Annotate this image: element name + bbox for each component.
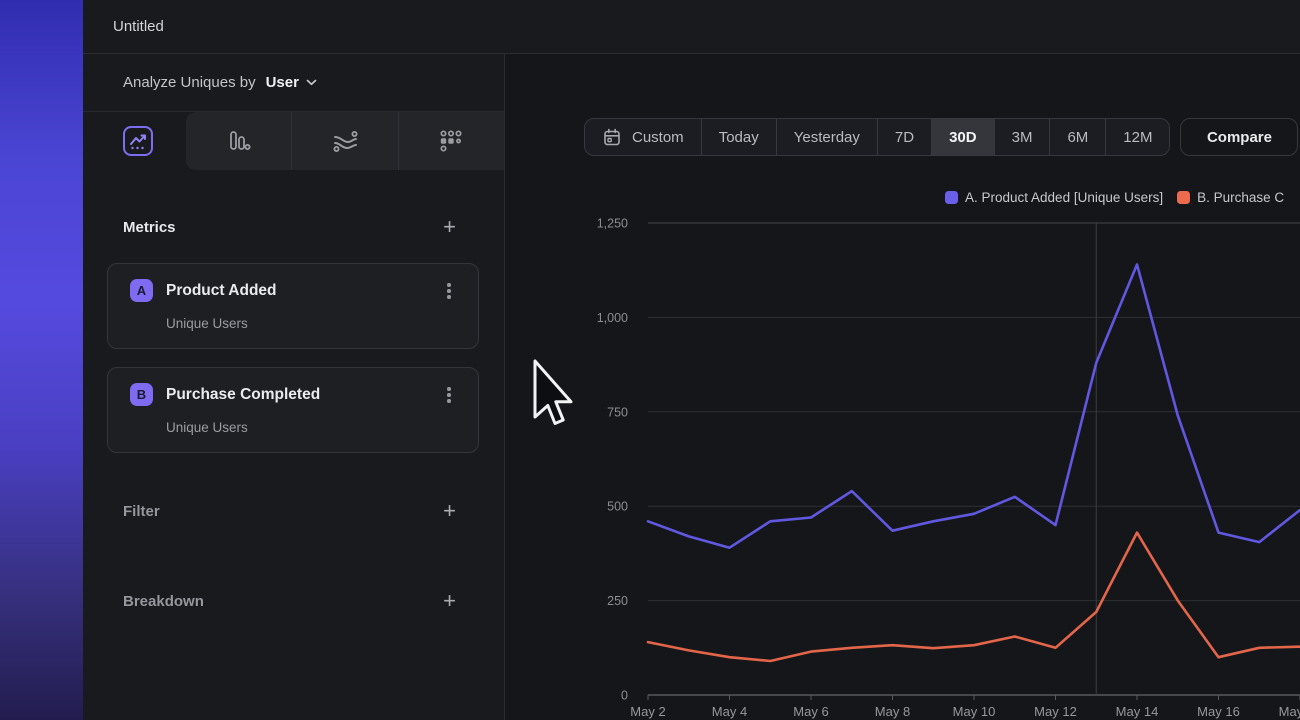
range-label: 7D xyxy=(895,129,914,146)
analyze-entity-value: User xyxy=(266,74,299,91)
range-label: 30D xyxy=(949,129,977,146)
range-12m[interactable]: 12M xyxy=(1105,119,1169,155)
svg-text:500: 500 xyxy=(607,500,628,514)
tab-insights[interactable] xyxy=(123,126,153,156)
analyze-row: Analyze Uniques by User xyxy=(83,54,504,112)
calendar-icon xyxy=(602,127,622,147)
add-filter-button[interactable]: + xyxy=(443,501,456,521)
svg-text:0: 0 xyxy=(621,689,628,703)
range-label: 12M xyxy=(1123,129,1152,146)
metric-title: Purchase Completed xyxy=(166,386,320,404)
tab-flows[interactable] xyxy=(291,112,397,170)
range-custom[interactable]: Custom xyxy=(585,119,701,155)
metric-subtitle[interactable]: Unique Users xyxy=(166,316,248,331)
app-window: Untitled Analyze Uniques by User xyxy=(0,0,1300,720)
svg-text:May 8: May 8 xyxy=(875,704,910,719)
svg-text:750: 750 xyxy=(607,405,628,419)
svg-text:May 10: May 10 xyxy=(953,704,996,719)
add-breakdown-button[interactable]: + xyxy=(443,591,456,611)
svg-text:1,000: 1,000 xyxy=(597,311,628,325)
compare-button[interactable]: Compare xyxy=(1180,118,1298,156)
chevron-down-icon xyxy=(306,79,317,86)
svg-text:1,250: 1,250 xyxy=(597,217,628,231)
range-label: 3M xyxy=(1012,129,1033,146)
svg-text:May 2: May 2 xyxy=(630,704,665,719)
svg-text:May 6: May 6 xyxy=(793,704,828,719)
range-today[interactable]: Today xyxy=(701,119,776,155)
metrics-section-header: Metrics + xyxy=(83,210,504,244)
range-3m[interactable]: 3M xyxy=(994,119,1050,155)
metrics-heading: Metrics xyxy=(123,219,176,236)
metric-card-b[interactable]: B Purchase Completed Unique Users xyxy=(107,367,479,453)
line-chart: 0 250 500 750 1,000 1,250 May 2 May 4 May 6 May 8… xyxy=(505,180,1300,720)
chart-area: 0 250 500 750 1,000 1,250 May 2 May 4 May 6 May 8… xyxy=(505,180,1300,720)
metric-row: A Product Added xyxy=(130,279,458,302)
report-title[interactable]: Untitled xyxy=(113,18,164,35)
date-toolbar: Custom Today Yesterday 7D 30D 3M 6M 12M Compare xyxy=(584,118,1298,156)
svg-text:250: 250 xyxy=(607,594,628,608)
top-bar: Untitled xyxy=(83,0,1300,54)
tab-funnels[interactable] xyxy=(186,112,291,170)
svg-text:May 16: May 16 xyxy=(1197,704,1240,719)
kebab-menu-icon[interactable] xyxy=(440,280,458,302)
svg-text:May 18: May 18 xyxy=(1279,704,1300,719)
add-metric-button[interactable]: + xyxy=(443,217,456,237)
breakdown-section-header: Breakdown + xyxy=(83,584,504,618)
tab-group xyxy=(186,112,504,170)
bar-chart-icon xyxy=(227,129,251,153)
range-label: Yesterday xyxy=(794,129,860,146)
analyze-label: Analyze Uniques by xyxy=(123,74,256,91)
metric-card-a[interactable]: A Product Added Unique Users xyxy=(107,263,479,349)
svg-text:May 4: May 4 xyxy=(712,704,747,719)
retention-grid-icon xyxy=(439,129,463,153)
range-30d[interactable]: 30D xyxy=(931,119,994,155)
flows-icon xyxy=(332,130,358,152)
metric-row: B Purchase Completed xyxy=(130,383,458,406)
metric-badge-a: A xyxy=(130,279,153,302)
chart-panel: Custom Today Yesterday 7D 30D 3M 6M 12M Compare… xyxy=(505,54,1300,720)
metric-badge-b: B xyxy=(130,383,153,406)
metric-title: Product Added xyxy=(166,282,277,300)
range-label: Today xyxy=(719,129,759,146)
range-label: 6M xyxy=(1067,129,1088,146)
range-7d[interactable]: 7D xyxy=(877,119,931,155)
svg-text:May 12: May 12 xyxy=(1034,704,1077,719)
analyze-entity-dropdown[interactable]: User xyxy=(266,74,317,91)
filter-section-header: Filter + xyxy=(83,494,504,528)
kebab-menu-icon[interactable] xyxy=(440,384,458,406)
breakdown-heading: Breakdown xyxy=(123,593,204,610)
date-range-control: Custom Today Yesterday 7D 30D 3M 6M 12M xyxy=(584,118,1170,156)
metric-subtitle[interactable]: Unique Users xyxy=(166,420,248,435)
line-chart-icon xyxy=(129,132,148,151)
query-builder-panel: Analyze Uniques by User xyxy=(83,54,505,720)
nav-gradient-strip xyxy=(0,0,83,720)
tab-retention[interactable] xyxy=(398,112,504,170)
report-type-tabs xyxy=(83,112,504,170)
range-6m[interactable]: 6M xyxy=(1049,119,1105,155)
svg-text:May 14: May 14 xyxy=(1116,704,1159,719)
filter-heading: Filter xyxy=(123,503,160,520)
range-yesterday[interactable]: Yesterday xyxy=(776,119,877,155)
range-label: Custom xyxy=(632,129,684,146)
